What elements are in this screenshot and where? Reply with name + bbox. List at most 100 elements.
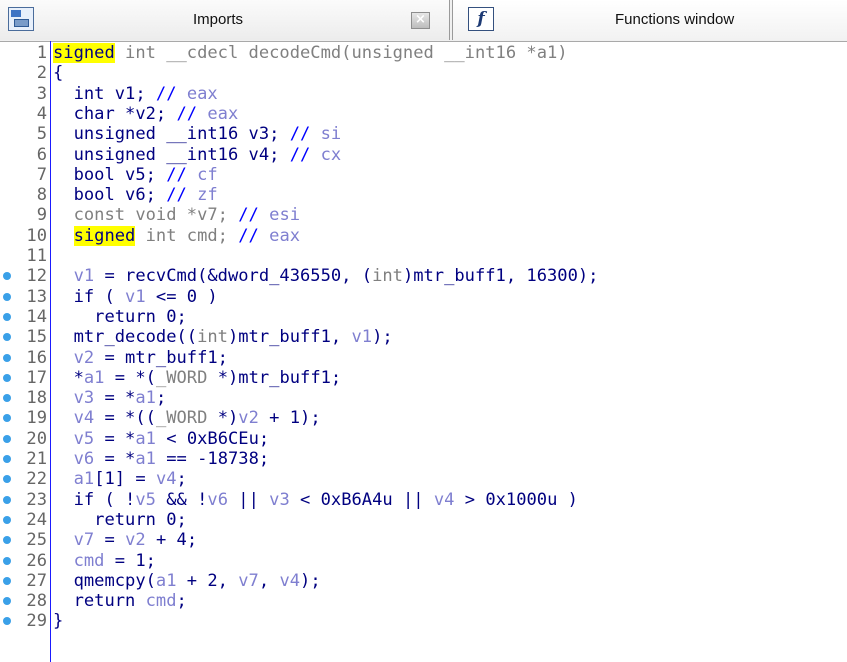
code-text[interactable]: signed int __cdecl decodeCmd(unsigned __… [53,43,568,63]
pseudocode-editor[interactable]: 1 signed int __cdecl decodeCmd(unsigned _… [0,41,847,662]
code-line[interactable]: 6 unsigned __int16 v4; // cx [0,145,847,165]
code-line[interactable]: 10 signed int cmd; // eax [0,225,847,246]
code-text[interactable]: if ( !v5 && !v6 || v3 < 0xB6A4u || v4 > … [53,490,578,510]
code-text[interactable]: v2 = mtr_buff1; [53,348,228,368]
code-line[interactable]: 26 cmd = 1; [0,551,847,571]
code-line[interactable]: 19 v4 = *((_WORD *)v2 + 1); [0,408,847,428]
tab-functions-window[interactable]: f Functions window [452,0,847,40]
breakpoint-dot-icon[interactable] [3,536,11,545]
code-line[interactable]: 12 v1 = recvCmd(&dword_436550, (int)mtr_… [0,266,847,286]
code-text[interactable]: v5 = *a1 < 0xB6CEu; [53,429,270,449]
code-text[interactable]: v1 = recvCmd(&dword_436550, (int)mtr_buf… [53,266,599,286]
breakpoint-dot-icon[interactable] [3,576,11,585]
line-number: 7 [36,164,47,185]
line-number: 26 [26,550,47,571]
code-line[interactable]: 13 if ( v1 <= 0 ) [0,287,847,307]
code-text[interactable]: const void *v7; // esi [53,205,300,225]
line-number: 13 [26,286,47,307]
breakpoint-dot-icon[interactable] [3,515,11,524]
breakpoint-dot-icon[interactable] [3,597,11,606]
code-line[interactable]: 14 return 0; [0,307,847,327]
line-number: 8 [36,185,47,206]
code-line[interactable]: 28 return cmd; [0,591,847,611]
code-text[interactable]: int v1; // eax [53,84,218,104]
function-icon: f [468,7,494,31]
imports-icon [8,7,34,31]
code-line[interactable]: 23 if ( !v5 && !v6 || v3 < 0xB6A4u || v4… [0,490,847,510]
breakpoint-dot-icon[interactable] [3,272,11,281]
code-line[interactable]: 11 [0,246,847,266]
breakpoint-dot-icon[interactable] [3,434,11,443]
line-number: 15 [26,327,47,348]
code-line[interactable]: 5 unsigned __int16 v3; // si [0,124,847,144]
line-number: 2 [36,63,47,84]
line-number: 10 [26,225,47,246]
breakpoint-dot-icon[interactable] [3,495,11,504]
code-line[interactable]: 8 bool v6; // zf [0,185,847,205]
breakpoint-dot-icon[interactable] [3,373,11,382]
code-text[interactable]: return 0; [53,307,187,327]
breakpoint-dot-icon[interactable] [3,312,11,321]
breakpoint-dot-icon[interactable] [3,333,11,342]
line-number: 14 [26,306,47,327]
breakpoint-dot-icon[interactable] [3,617,11,626]
code-text[interactable]: return cmd; [53,591,187,611]
line-number: 6 [36,144,47,165]
code-text[interactable]: a1[1] = v4; [53,469,187,489]
code-line[interactable]: 7 bool v5; // cf [0,165,847,185]
tab-bar: Imports × f Functions window [0,0,847,42]
code-text[interactable]: qmemcpy(a1 + 2, v7, v4); [53,571,321,591]
code-line[interactable]: 25 v7 = v2 + 4; [0,530,847,550]
code-line[interactable]: 15 mtr_decode((int)mtr_buff1, v1); [0,327,847,347]
line-number: 19 [26,408,47,429]
code-text[interactable]: { [53,63,63,83]
code-line[interactable]: 2{ [0,63,847,83]
code-line[interactable]: 18 v3 = *a1; [0,388,847,408]
line-number: 20 [26,428,47,449]
tab-imports[interactable]: Imports × [0,0,450,40]
breakpoint-dot-icon[interactable] [3,292,11,301]
code-line[interactable]: 4 char *v2; // eax [0,104,847,124]
code-text[interactable]: mtr_decode((int)mtr_buff1, v1); [53,327,393,347]
code-text[interactable]: v4 = *((_WORD *)v2 + 1); [53,408,321,428]
code-line[interactable]: 29} [0,611,847,631]
code-line[interactable]: 27 qmemcpy(a1 + 2, v7, v4); [0,571,847,591]
code-text[interactable]: unsigned __int16 v4; // cx [53,145,342,165]
code-text[interactable]: *a1 = *(_WORD *)mtr_buff1; [53,368,342,388]
code-text[interactable]: return 0; [53,510,187,530]
code-text[interactable]: bool v5; // cf [53,165,218,185]
breakpoint-dot-icon[interactable] [3,455,11,463]
code-line[interactable]: 21 v6 = *a1 == -18738; [0,449,847,469]
code-line[interactable]: 16 v2 = mtr_buff1; [0,348,847,368]
breakpoint-dot-icon[interactable] [3,475,11,484]
line-number: 29 [26,611,47,632]
breakpoint-dot-icon[interactable] [3,556,11,565]
code-text[interactable]: v6 = *a1 == -18738; [53,449,270,469]
code-line[interactable]: 3 int v1; // eax [0,84,847,104]
code-text[interactable]: cmd = 1; [53,551,156,571]
code-line[interactable]: 22 a1[1] = v4; [0,469,847,489]
code-line[interactable]: 24 return 0; [0,510,847,530]
code-line[interactable]: 17 *a1 = *(_WORD *)mtr_buff1; [0,368,847,388]
code-text[interactable]: unsigned __int16 v3; // si [53,124,342,144]
code-line[interactable]: 9 const void *v7; // esi [0,205,847,225]
code-text[interactable]: } [53,611,63,631]
breakpoint-dot-icon[interactable] [3,353,11,362]
breakpoint-dot-icon[interactable] [3,414,11,423]
line-number: 24 [26,509,47,530]
code-text[interactable]: v3 = *a1; [53,388,167,408]
line-number: 4 [36,103,47,124]
breakpoint-dot-icon[interactable] [3,394,11,403]
line-number: 18 [26,388,47,409]
code-text[interactable]: signed int cmd; // eax [53,225,300,246]
code-text[interactable]: v7 = v2 + 4; [53,530,198,550]
line-number: 5 [36,124,47,145]
code-line[interactable]: 20 v5 = *a1 < 0xB6CEu; [0,429,847,449]
code-text[interactable]: char *v2; // eax [53,104,239,124]
line-number: 1 [36,43,47,63]
code-text[interactable]: bool v6; // zf [53,185,218,205]
code-text[interactable]: if ( v1 <= 0 ) [53,287,218,307]
close-tab-button[interactable]: × [411,12,430,29]
line-number: 28 [26,591,47,612]
code-line[interactable]: 1 signed int __cdecl decodeCmd(unsigned _… [0,43,847,63]
